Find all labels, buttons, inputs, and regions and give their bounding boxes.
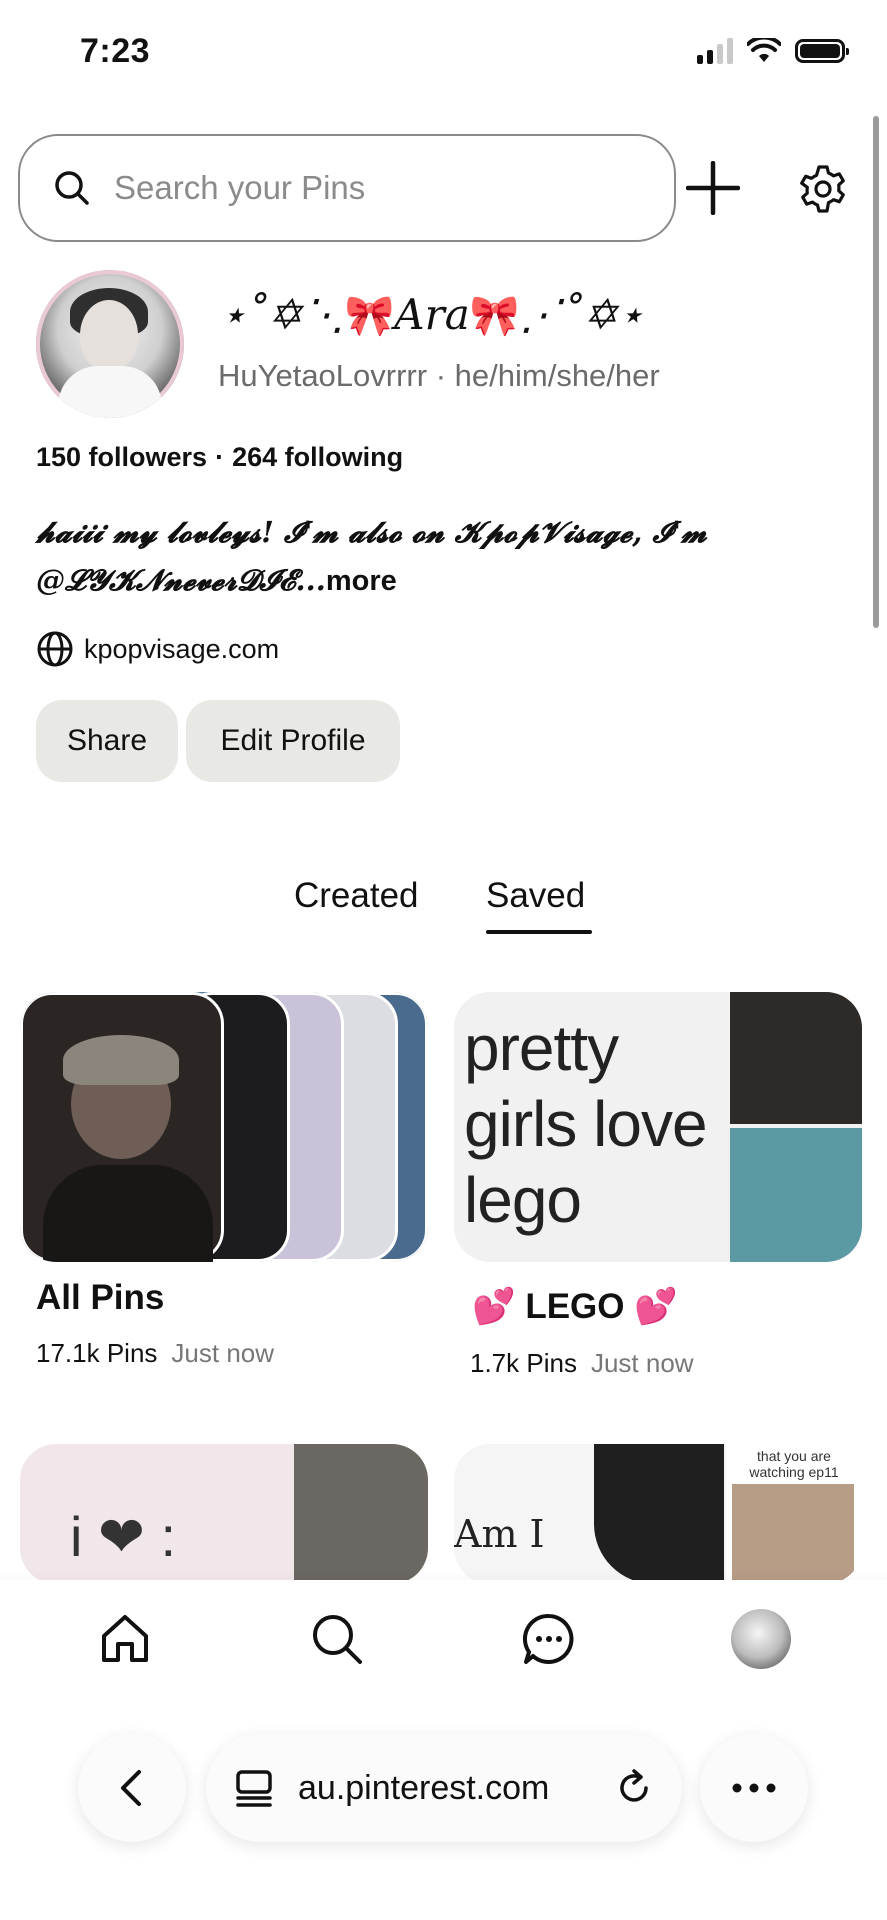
board-title: LEGO [525,1287,625,1326]
home-icon [102,1615,148,1662]
more-dots-icon [732,1783,776,1793]
search-icon [55,171,89,205]
nav-messages[interactable] [514,1604,584,1674]
separator: · [215,442,225,472]
board-cover-text: i ❤ : [70,1505,177,1568]
bio-more-link[interactable]: more [326,565,397,597]
browser-back-button[interactable] [78,1734,186,1842]
board-cover-text: Am I [454,1512,545,1556]
message-bubble-icon [523,1613,574,1664]
nav-profile[interactable] [726,1604,796,1674]
follow-stats: 150 followers · 264 following [36,442,403,473]
following-link[interactable]: 264 following [232,442,403,472]
tab-created[interactable]: Created [294,876,419,916]
board-cover-lego[interactable]: pretty girls love lego [454,992,862,1262]
globe-icon [37,631,73,667]
followers-link[interactable]: 150 followers [36,442,207,472]
tab-saved[interactable]: Saved [486,876,585,916]
bow-icon: 🎀 [469,293,520,339]
display-name-suffix: ⋰˚✡︎⋆ [519,290,645,339]
profile-avatar[interactable] [36,270,184,418]
two-hearts-icon: 💕 [472,1287,516,1326]
page-menu-icon[interactable] [234,1768,274,1808]
board-meta: 1.7k Pins Just now [470,1348,694,1379]
board-cover-all-pins[interactable] [20,992,428,1262]
url-text: au.pinterest.com [298,1768,550,1807]
two-hearts-icon: 💕 [634,1287,678,1326]
chevron-left-icon [121,1770,141,1806]
signal-icon [697,38,733,64]
avatar [731,1609,791,1669]
browser-url-bar[interactable]: au.pinterest.com [206,1734,682,1842]
board-cover-caption: that you are watching ep11 [749,1448,839,1480]
board-pin-count: 1.7k Pins [470,1348,577,1378]
scrollbar[interactable] [873,116,879,628]
nav-home[interactable] [90,1604,160,1674]
tab-active-indicator [486,930,592,934]
bow-icon: 🎀 [344,293,395,339]
board-cover[interactable]: i ❤ : [20,1444,428,1584]
board-title[interactable]: All Pins [36,1278,164,1318]
search-icon [313,1615,362,1664]
board-cover-text: pretty girls love lego [454,992,726,1262]
gear-icon [800,165,845,213]
separator: · [435,358,447,393]
share-button[interactable]: Share [36,700,178,782]
battery-icon [795,39,849,63]
board-title-lego[interactable]: 💕 LEGO 💕 [472,1286,678,1327]
search-input[interactable] [112,168,636,208]
status-time: 7:23 [80,32,151,70]
board-meta: 17.1k Pins Just now [36,1338,274,1369]
board-cover[interactable]: Am I that you are watching ep11 [454,1444,862,1584]
display-name-prefix: ⋆˚✡︎⋱ [220,290,345,339]
plus-icon [686,161,740,215]
search-bar[interactable] [18,134,676,242]
display-name-text: Ara [394,290,470,339]
edit-profile-button[interactable]: Edit Profile [186,700,400,782]
create-button[interactable] [684,152,742,224]
settings-button[interactable] [792,158,854,220]
username-line: HuYetaoLovrrrr · he/him/she/her [218,358,660,394]
board-pin-count: 17.1k Pins [36,1338,158,1368]
pronouns: he/him/she/her [454,358,660,393]
username: HuYetaoLovrrrr [218,358,428,393]
nav-search[interactable] [302,1604,372,1674]
board-updated: Just now [171,1338,275,1368]
website-link[interactable]: kpopvisage.com [36,630,279,668]
reload-icon[interactable] [614,1768,654,1808]
browser-more-button[interactable] [700,1734,808,1842]
board-updated: Just now [590,1348,694,1378]
wifi-icon [747,38,781,62]
display-name: ⋆˚✡︎⋱🎀Ara🎀⋰˚✡︎⋆ [220,290,644,339]
profile-bio: 𝓱𝓪𝓲𝓲𝓲 𝓶𝔂 𝓵𝓸𝓿𝓵𝓮𝔂𝓼! 𝓘'𝓶 𝓪𝓵𝓼𝓸 𝓸𝓷 𝓚𝓹𝓸𝓹𝓥𝓲𝓼𝓪𝓰𝓮… [36,508,856,605]
status-icons [697,38,849,64]
website-text: kpopvisage.com [84,633,280,664]
